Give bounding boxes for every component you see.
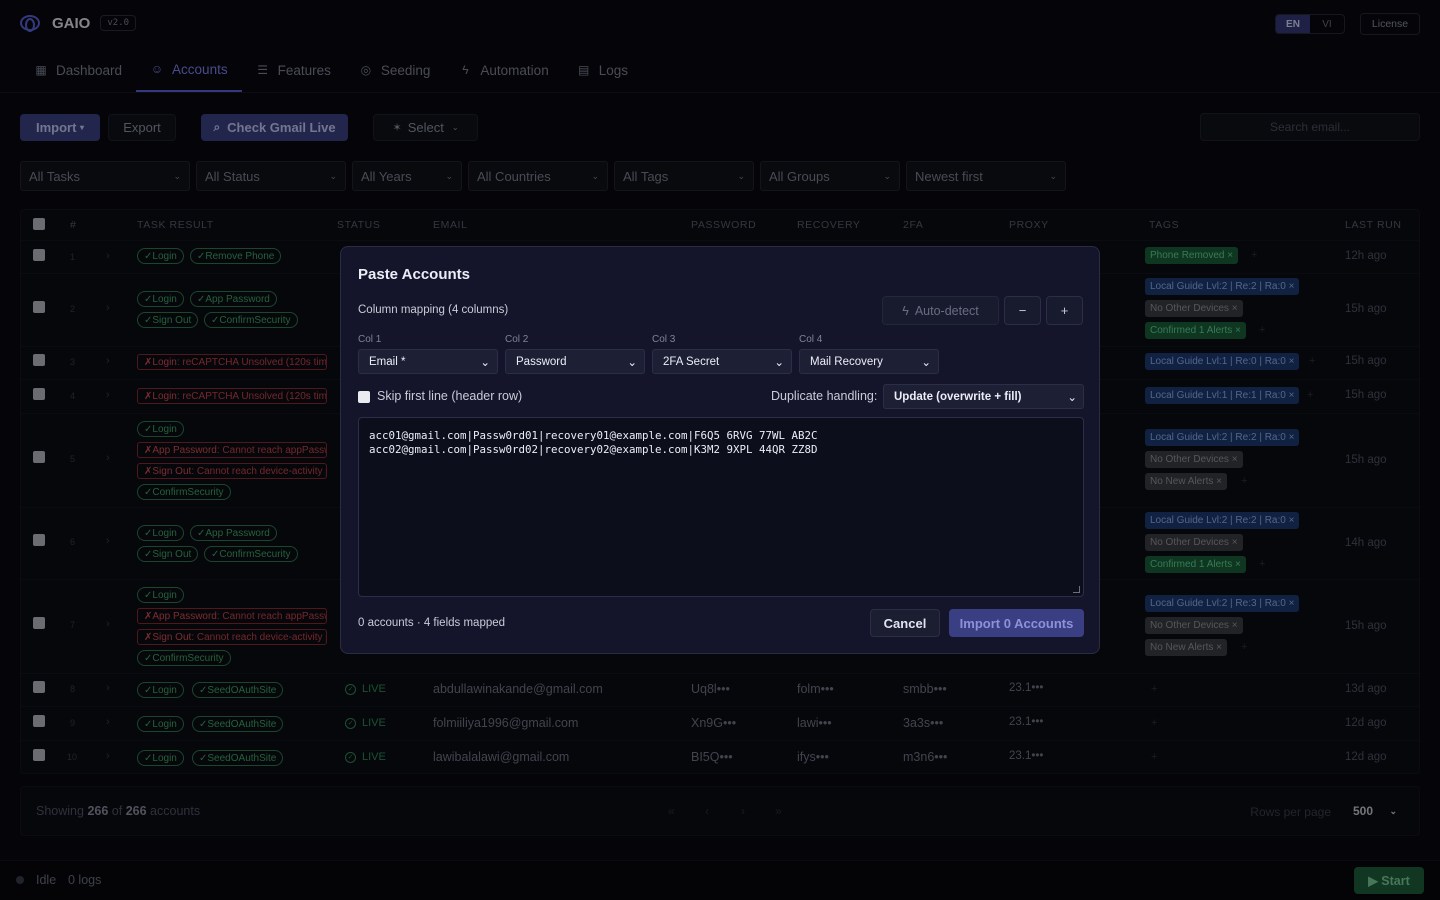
col-label: Col 1 <box>358 334 382 345</box>
paste-textarea[interactable]: acc01@gmail.com|Passw0rd01|recovery01@ex… <box>358 417 1084 597</box>
col-label: Col 3 <box>652 334 676 345</box>
col-label: Col 2 <box>505 334 529 345</box>
parse-summary: 0 accounts · 4 fields mapped <box>358 617 506 629</box>
add-column-button[interactable]: + <box>1046 296 1083 325</box>
duplicate-handling-select[interactable]: Update (overwrite + fill) ⌄ <box>883 384 1084 409</box>
dialog-title: Paste Accounts <box>358 266 470 283</box>
paste-text: acc01@gmail.com|Passw0rd01|recovery01@ex… <box>369 429 818 456</box>
import-accounts-button[interactable]: Import 0 Accounts <box>949 609 1084 637</box>
cancel-button[interactable]: Cancel <box>870 609 940 637</box>
col-value: Mail Recovery <box>810 355 883 368</box>
chevron-down-icon: ⌄ <box>921 356 931 369</box>
chevron-down-icon: ⌄ <box>480 356 490 369</box>
column-mapping-label: Column mapping (4 columns) <box>358 304 509 316</box>
bolt-icon: ϟ <box>902 303 909 318</box>
resize-handle-icon[interactable] <box>1073 586 1080 593</box>
paste-accounts-dialog: Paste Accounts Column mapping (4 columns… <box>340 246 1100 654</box>
chevron-down-icon: ⌄ <box>774 356 784 369</box>
chevron-down-icon: ⌄ <box>627 356 637 369</box>
col-value: Password <box>516 355 567 368</box>
auto-detect-button[interactable]: ϟ Auto-detect <box>882 296 999 325</box>
col-1-select[interactable]: Email * ⌄ <box>358 349 498 374</box>
skip-header-checkbox[interactable] <box>358 391 370 403</box>
remove-column-button[interactable]: − <box>1004 296 1041 325</box>
col-value: Email * <box>369 355 406 368</box>
auto-detect-label: Auto-detect <box>914 303 979 318</box>
col-3-select[interactable]: 2FA Secret ⌄ <box>652 349 792 374</box>
col-label: Col 4 <box>799 334 823 345</box>
dup-value: Update (overwrite + fill) <box>894 390 1022 403</box>
skip-header-label[interactable]: Skip first line (header row) <box>377 389 522 403</box>
col-4-select[interactable]: Mail Recovery ⌄ <box>799 349 939 374</box>
chevron-down-icon: ⌄ <box>1067 391 1077 404</box>
col-value: 2FA Secret <box>663 355 720 368</box>
col-2-select[interactable]: Password ⌄ <box>505 349 645 374</box>
duplicate-handling-label: Duplicate handling: <box>771 389 878 403</box>
